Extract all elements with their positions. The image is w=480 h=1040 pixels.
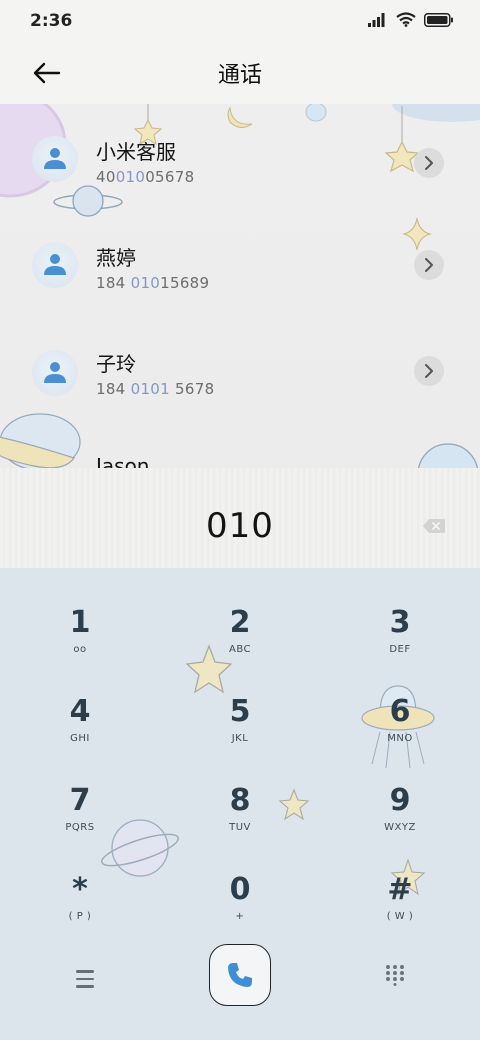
- key-digit: 6: [389, 694, 411, 729]
- avatar: [32, 242, 78, 288]
- page-title: 通话: [217, 63, 262, 88]
- contact-detail-button[interactable]: [414, 250, 444, 280]
- key-sub: +: [235, 911, 245, 922]
- key-9[interactable]: 9 WXYZ: [340, 782, 460, 866]
- key-digit: 9: [389, 783, 411, 818]
- dialpad-icon[interactable]: [385, 964, 405, 986]
- signal-icon: [368, 12, 385, 27]
- contact-name: 燕婷: [96, 246, 136, 270]
- key-2[interactable]: 2 ABC: [180, 604, 300, 688]
- key-sub: GHI: [70, 733, 90, 744]
- person-icon: [44, 362, 66, 383]
- bottom-action-bar: [0, 940, 480, 1040]
- contact-number: 184 0101 5678: [96, 380, 215, 398]
- key-sub: DEF: [389, 644, 411, 655]
- key-digit: #: [387, 872, 413, 907]
- key-3[interactable]: 3 DEF: [340, 604, 460, 688]
- battery-icon: [424, 12, 453, 27]
- key-7[interactable]: 7 PQRS: [20, 782, 140, 866]
- number-match: 0101: [130, 380, 170, 398]
- person-icon: [44, 148, 66, 169]
- key-digit: 5: [229, 694, 251, 729]
- key-8[interactable]: 8 TUV: [180, 782, 300, 866]
- key-5[interactable]: 5 JKL: [180, 693, 300, 777]
- backspace-icon[interactable]: [422, 518, 446, 534]
- contact-name: Jason: [96, 454, 150, 468]
- key-sub: WXYZ: [384, 822, 416, 833]
- contact-row[interactable]: 子玲 184 0101 5678: [0, 320, 480, 420]
- avatar: [32, 136, 78, 182]
- phone-icon: [228, 963, 252, 987]
- status-icons: [368, 12, 454, 27]
- menu-icon: [76, 970, 94, 973]
- contact-row[interactable]: 小米客服 4001005678: [0, 108, 480, 208]
- number-match: 010: [130, 274, 161, 292]
- wifi-icon: [396, 12, 416, 27]
- contact-search-results[interactable]: 小米客服 4001005678 燕婷 184 01015689 子玲 184 0…: [0, 104, 480, 468]
- chevron-right-icon: [425, 258, 433, 272]
- call-button[interactable]: [209, 944, 271, 1006]
- key-6[interactable]: 6 MNO: [340, 693, 460, 777]
- key-sub: TUV: [229, 822, 251, 833]
- status-time: 2:36: [30, 11, 73, 31]
- key-digit: 2: [229, 605, 251, 640]
- person-icon: [44, 254, 66, 275]
- key-digit: 8: [229, 783, 251, 818]
- key-sub: ABC: [228, 644, 251, 655]
- chevron-right-icon: [425, 364, 433, 378]
- contact-name: 子玲: [96, 352, 136, 376]
- contact-number: 184 01015689: [96, 274, 210, 292]
- key-digit: 7: [69, 783, 91, 818]
- key-sub: ( W ): [386, 911, 414, 922]
- status-bar: 2:36: [0, 0, 480, 42]
- key-sub: MNO: [387, 733, 413, 744]
- key-sub: PQRS: [65, 822, 95, 833]
- contact-name: 小米客服: [96, 140, 176, 164]
- number-match: 010: [115, 168, 146, 186]
- key-sub: oo: [73, 644, 87, 655]
- dial-input[interactable]: 010: [0, 506, 480, 546]
- contact-row[interactable]: 燕婷 184 01015689: [0, 214, 480, 314]
- app-header: 通话: [0, 42, 480, 104]
- key-digit: 4: [69, 694, 91, 729]
- key-1[interactable]: 1 oo: [20, 604, 140, 688]
- key-sub: JKL: [231, 733, 249, 744]
- key-4[interactable]: 4 GHI: [20, 693, 140, 777]
- contact-row[interactable]: Jason: [0, 426, 480, 468]
- key-digit: 3: [389, 605, 411, 640]
- key-sub: ( P ): [68, 911, 92, 922]
- key-digit: 1: [69, 605, 91, 640]
- menu-button[interactable]: [70, 964, 100, 994]
- key-digit: 0: [229, 872, 251, 907]
- avatar: [32, 350, 78, 396]
- contact-detail-button[interactable]: [414, 356, 444, 386]
- contact-number: 4001005678: [96, 168, 195, 186]
- chevron-right-icon: [425, 156, 433, 170]
- key-digit: *: [72, 872, 88, 907]
- dial-input-area: 010: [0, 468, 480, 568]
- contact-detail-button[interactable]: [414, 148, 444, 178]
